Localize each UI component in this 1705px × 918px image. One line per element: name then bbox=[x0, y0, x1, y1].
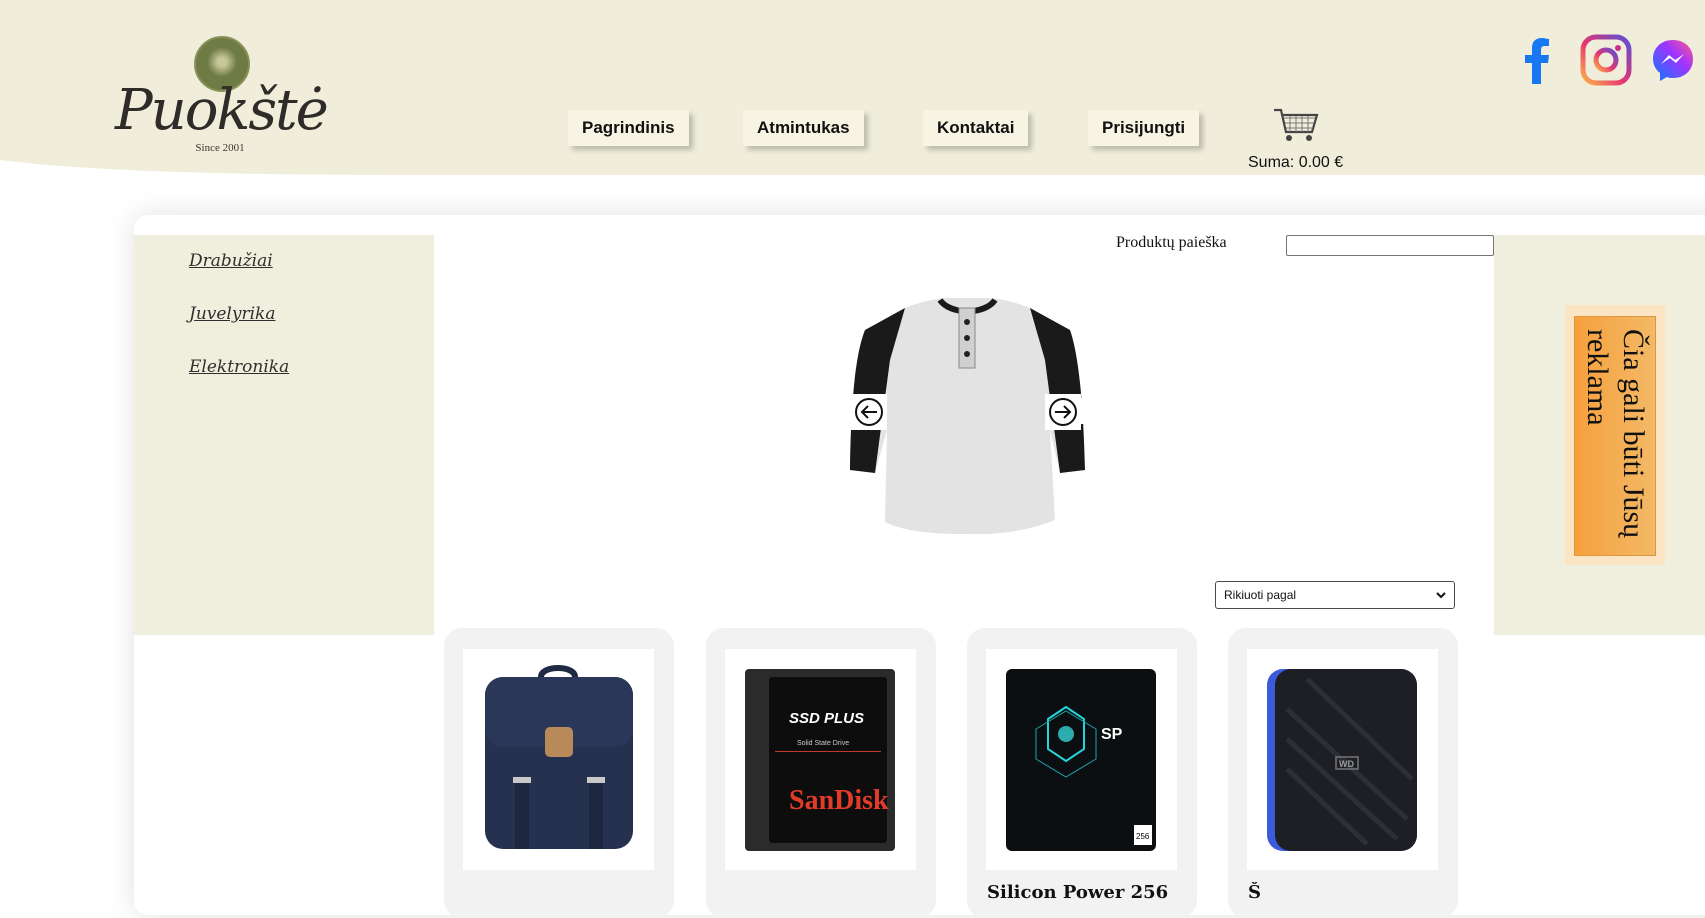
category-elektronika[interactable]: Elektronika bbox=[189, 357, 289, 377]
facebook-icon[interactable] bbox=[1512, 34, 1564, 86]
chevron-down-icon bbox=[1436, 592, 1446, 599]
logo-since: Since 2001 bbox=[195, 142, 245, 154]
nav-kontaktai[interactable]: Kontaktai bbox=[923, 110, 1029, 146]
ad-banner-inner: Čia gali būti Jūsų reklama bbox=[1574, 316, 1656, 556]
product-card[interactable]: SP 256 Silicon Power 256 bbox=[967, 628, 1197, 918]
nav-pagrindinis[interactable]: Pagrindinis bbox=[568, 110, 689, 146]
product-image: SSD PLUS Solid State Drive SanDisk bbox=[725, 649, 916, 870]
ssd-sandisk-image: SSD PLUS Solid State Drive SanDisk bbox=[745, 669, 895, 851]
svg-text:256: 256 bbox=[1136, 832, 1150, 841]
ad-text: Čia gali būti Jūsų reklama bbox=[1581, 329, 1650, 539]
product-card[interactable]: SSD PLUS Solid State Drive SanDisk bbox=[706, 628, 936, 918]
wd-drive-image: WD bbox=[1267, 669, 1417, 851]
product-title: Silicon Power 256 bbox=[987, 882, 1169, 903]
cart-sum: Suma: 0.00 € bbox=[1248, 154, 1344, 171]
category-drabuziai[interactable]: Drabužiai bbox=[189, 251, 273, 271]
site-header: Puokštė Since 2001 Pagrindinis Atmintuka… bbox=[0, 0, 1705, 180]
ssd-silicon-power-image: SP 256 bbox=[1006, 669, 1156, 851]
category-juvelyrika[interactable]: Juvelyrika bbox=[189, 304, 275, 324]
instagram-icon[interactable] bbox=[1580, 34, 1632, 86]
svg-text:SSD PLUS: SSD PLUS bbox=[789, 710, 864, 727]
product-card[interactable]: WD Š bbox=[1228, 628, 1458, 918]
search-input[interactable] bbox=[1286, 235, 1494, 256]
product-image: WD bbox=[1247, 649, 1438, 870]
svg-text:Solid State Drive: Solid State Drive bbox=[797, 740, 849, 747]
ad-banner[interactable]: Čia gali būti Jūsų reklama bbox=[1565, 305, 1665, 565]
svg-text:WD: WD bbox=[1339, 759, 1354, 769]
product-image bbox=[463, 649, 654, 870]
sort-select[interactable]: Rikiuoti pagal bbox=[1215, 581, 1455, 609]
product-card[interactable] bbox=[444, 628, 674, 918]
cart-icon[interactable] bbox=[1272, 106, 1320, 144]
cart[interactable]: Suma: 0.00 € bbox=[1248, 104, 1348, 174]
arrow-right-icon[interactable] bbox=[1045, 394, 1081, 430]
messenger-icon[interactable] bbox=[1650, 37, 1696, 83]
arrow-left-icon[interactable] bbox=[851, 394, 887, 430]
product-image: SP 256 bbox=[986, 649, 1177, 870]
logo-wordmark: Puokštė bbox=[115, 78, 329, 143]
sort-selected-value: Rikiuoti pagal bbox=[1224, 588, 1297, 602]
nav-prisijungti[interactable]: Prisijungti bbox=[1088, 110, 1200, 146]
svg-text:SP: SP bbox=[1101, 726, 1123, 743]
backpack-image bbox=[485, 665, 633, 849]
search-label: Produktų paieška bbox=[1116, 234, 1227, 251]
nav-atmintukas[interactable]: Atmintukas bbox=[743, 110, 864, 146]
product-title: Š bbox=[1248, 882, 1261, 903]
site-logo[interactable]: Puokštė Since 2001 bbox=[115, 36, 329, 156]
category-sidebar: Drabužiai Juvelyrika Elektronika bbox=[134, 235, 434, 635]
svg-text:SanDisk: SanDisk bbox=[789, 785, 889, 816]
